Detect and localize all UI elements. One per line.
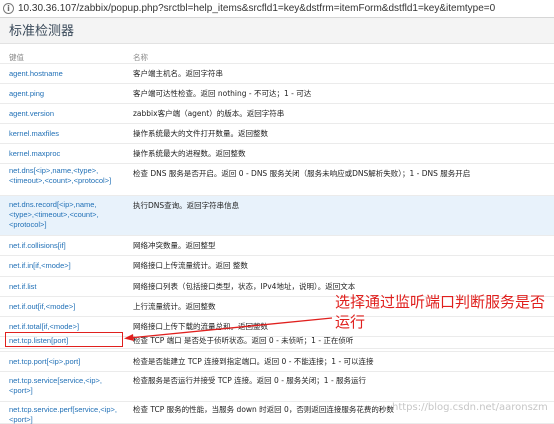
address-bar[interactable]: i 10.30.36.107/zabbix/popup.php?srctbl=h… [0,0,554,18]
header-key: 键值 [9,53,24,62]
item-key-link[interactable]: net.tcp.port[<ip>,port] [9,357,121,367]
table-row: agent.hostname 客户端主机名。返回字符串 [0,64,554,84]
watermark: https://blog.csdn.net/aaronszm [392,402,548,413]
table-header: 键值 名称 [0,50,554,64]
table-row: net.dns[<ip>,name,<type>,<timeout>,<coun… [0,164,554,196]
table-row: kernel.maxfiles 操作系统最大的文件打开数量。返回整数 [0,124,554,144]
item-description: 操作系统最大的文件打开数量。返回整数 [133,129,268,138]
table-row: agent.ping 客户端可达性检查。返回 nothing - 不可达；1 -… [0,84,554,104]
item-description: 客户端可达性检查。返回 nothing - 不可达；1 - 可达 [133,89,312,98]
item-description: 检查 DNS 服务是否开启。返回 0 - DNS 服务关闭（服务未响应或DNS解… [133,169,471,178]
table-row: kernel.maxproc 操作系统最大的进程数。返回整数 [0,144,554,164]
item-key-link[interactable]: net.if.in[if,<mode>] [9,261,121,271]
item-key-link[interactable]: kernel.maxfiles [9,129,121,139]
item-description: 网络冲突数量。返回整型 [133,241,216,250]
item-description: 网络接口列表（包括接口类型，状态，IPv4地址，说明）。返回文本 [133,282,356,291]
info-icon[interactable]: i [3,3,14,14]
table-row: agent.version zabbix客户端（agent）的版本。返回字符串 [0,104,554,124]
item-description: 网络接口上传流量统计。返回 整数 [133,261,248,270]
item-key-link[interactable]: agent.ping [9,89,121,99]
item-key-link[interactable]: net.tcp.service.perf[service,<ip>,<port>… [9,405,121,424]
page-header: 标准检测器 [0,18,554,44]
item-key-link[interactable]: net.dns[<ip>,name,<type>,<timeout>,<coun… [9,166,121,186]
selection-highlight-box [5,332,123,347]
header-name: 名称 [133,53,148,62]
item-key-link[interactable]: kernel.maxproc [9,149,121,159]
item-description: 操作系统最大的进程数。返回整数 [133,149,246,158]
table-row: net.tcp.port[<ip>,port] 检查是否能建立 TCP 连接到指… [0,352,554,372]
table-row: net.tcp.service[service,<ip>,<port>] 检查服… [0,372,554,402]
item-key-link[interactable]: net.dns.record[<ip>,name,<type>,<timeout… [9,200,121,230]
table-row: net.dns.record[<ip>,name,<type>,<timeout… [0,196,554,236]
page-title: 标准检测器 [9,24,75,39]
annotation-arrow-icon [124,317,333,341]
annotation-note: 选择通过监听端口判断服务是否运行 [335,293,546,331]
item-key-link[interactable]: net.if.list [9,282,121,292]
items-table: 键值 名称 agent.hostname 客户端主机名。返回字符串 agent.… [0,50,554,424]
item-key-link[interactable]: net.if.collisions[if] [9,241,121,251]
table-row: net.if.collisions[if] 网络冲突数量。返回整型 [0,236,554,256]
item-key-link[interactable]: agent.version [9,109,121,119]
item-key-link[interactable]: net.tcp.service[service,<ip>,<port>] [9,376,121,396]
table-row: net.if.in[if,<mode>] 网络接口上传流量统计。返回 整数 [0,256,554,277]
item-key-link[interactable]: net.if.total[if,<mode>] [9,322,121,332]
item-description: 检查服务是否运行并接受 TCP 连接。返回 0 - 服务关闭；1 - 服务运行 [133,376,367,385]
item-key-link[interactable]: agent.hostname [9,69,121,79]
address-url[interactable]: 10.30.36.107/zabbix/popup.php?srctbl=hel… [18,3,495,15]
item-description: 执行DNS查询。返回字符串信息 [133,201,240,210]
item-key-link[interactable]: net.if.out[if,<mode>] [9,302,121,312]
item-description: 检查是否能建立 TCP 连接到指定端口。返回 0 - 不能连接；1 - 可以连接 [133,357,374,366]
item-description: 客户端主机名。返回字符串 [133,69,223,78]
item-description: zabbix客户端（agent）的版本。返回字符串 [133,109,285,118]
